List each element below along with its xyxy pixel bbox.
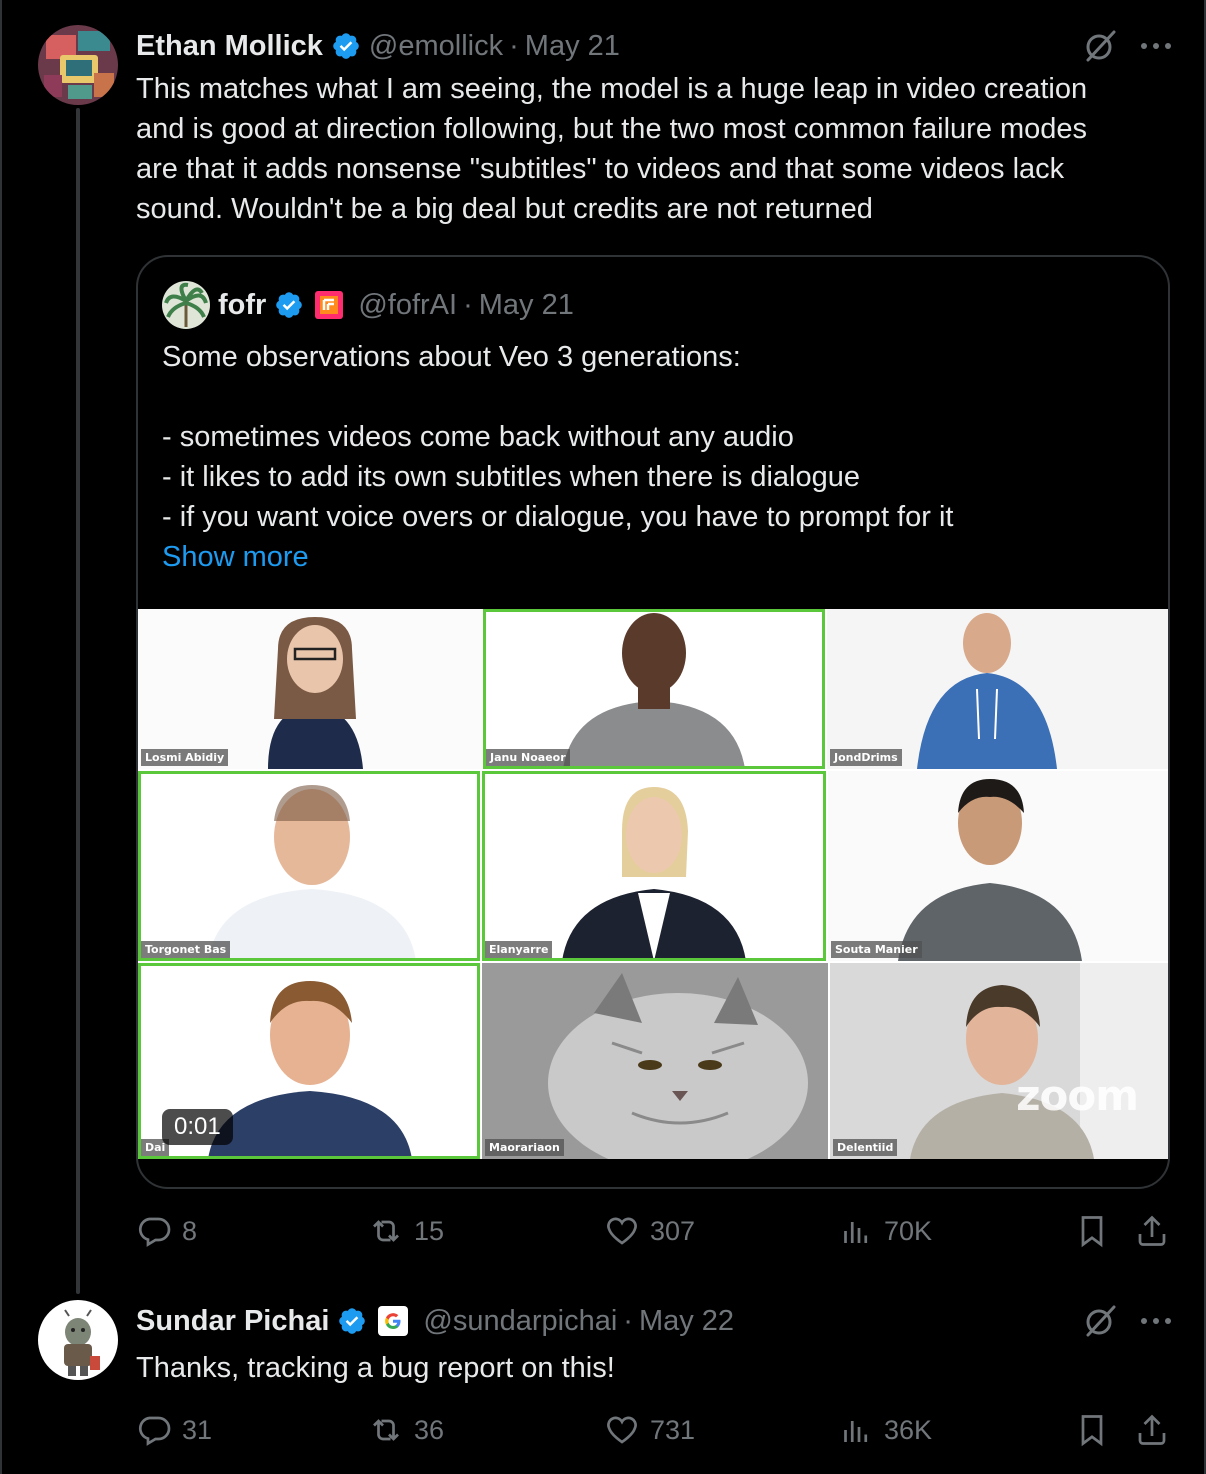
like-icon — [604, 1213, 640, 1249]
repost-count: 36 — [414, 1414, 445, 1445]
video-tile: Torgonet Bas — [138, 771, 480, 961]
like-icon — [604, 1412, 640, 1448]
quote-text: Some observations about Veo 3 generation… — [162, 341, 954, 533]
bookmark-icon — [1074, 1213, 1110, 1249]
tweet-text: This matches what I am seeing, the model… — [136, 73, 1088, 225]
verified-badge-icon[interactable] — [274, 290, 304, 320]
more-icon[interactable] — [1140, 41, 1172, 51]
separator: · — [509, 29, 519, 62]
reply-count: 31 — [182, 1414, 213, 1445]
author-name[interactable]: Sundar Pichai — [136, 1305, 329, 1338]
grok-icon[interactable] — [1082, 1303, 1118, 1339]
video-player[interactable]: Losmi Abidiy Janu Noaeor JondDrims Torgo… — [138, 609, 1168, 1159]
repost-icon — [368, 1412, 404, 1448]
tweet-top-icons — [1082, 28, 1172, 64]
tweet-date[interactable]: May 21 — [525, 30, 620, 63]
avatar-sundar[interactable] — [38, 1300, 118, 1380]
verified-badge-icon[interactable] — [331, 31, 361, 61]
participant-name: Janu Noaeor — [486, 749, 570, 766]
video-tile: Janu Noaeor — [483, 609, 825, 769]
tweet-top-icons — [1082, 1303, 1172, 1339]
quote-author-handle[interactable]: @fofrAI — [358, 289, 457, 322]
views-button[interactable]: 36K — [838, 1412, 932, 1448]
bookmark-button[interactable] — [1074, 1213, 1110, 1249]
separator: · — [463, 288, 473, 321]
grok-icon[interactable] — [1082, 28, 1118, 64]
reply-count: 8 — [182, 1215, 198, 1246]
reply-icon — [136, 1412, 172, 1448]
like-button[interactable]: 307 — [604, 1213, 695, 1249]
video-tile: Dai 0:01 — [138, 963, 480, 1159]
participant-name: JondDrims — [830, 749, 902, 766]
avatar-fofr[interactable] — [162, 281, 210, 329]
views-count: 70K — [884, 1215, 933, 1246]
quote-tweet[interactable]: fofr @fofrAI · May 21 Some observations … — [136, 255, 1170, 1189]
repost-icon — [368, 1213, 404, 1249]
repost-button[interactable]: 36 — [368, 1412, 444, 1448]
participant-name: Losmi Abidiy — [141, 749, 229, 766]
video-tile: Souta Manier — [828, 771, 1168, 961]
video-tile: zoom Delentiid — [830, 963, 1168, 1159]
author-handle[interactable]: @emollick — [369, 30, 503, 63]
video-tile: Losmi Abidiy — [138, 609, 482, 769]
thread-line — [76, 108, 80, 1294]
reply-button[interactable]: 31 — [136, 1412, 212, 1448]
share-icon — [1134, 1213, 1170, 1249]
share-button[interactable] — [1134, 1412, 1170, 1448]
participant-name: Souta Manier — [831, 941, 922, 958]
participant-name: Torgonet Bas — [141, 941, 231, 958]
fofr-affiliate-icon[interactable] — [314, 290, 344, 320]
share-icon — [1134, 1412, 1170, 1448]
author-handle[interactable]: @sundarpichai — [423, 1305, 617, 1338]
views-icon — [838, 1213, 874, 1249]
tweet-date[interactable]: May 22 — [639, 1305, 734, 1338]
video-tile: Maorariaon — [482, 963, 828, 1159]
reply-icon — [136, 1213, 172, 1249]
avatar-ethan[interactable] — [38, 25, 118, 105]
more-icon[interactable] — [1140, 1316, 1172, 1326]
repost-button[interactable]: 15 — [368, 1213, 444, 1249]
views-count: 36K — [884, 1414, 933, 1445]
participant-name: Delentiid — [833, 1139, 898, 1156]
like-count: 731 — [650, 1414, 696, 1445]
separator: · — [623, 1304, 633, 1337]
quote-date[interactable]: May 21 — [479, 289, 574, 322]
video-tile: JondDrims — [827, 609, 1168, 769]
like-count: 307 — [650, 1215, 696, 1246]
tweet-actions: 31 36 731 36K — [136, 1412, 1170, 1456]
tweet-actions: 8 15 307 70K — [136, 1213, 1170, 1257]
verified-badge-icon[interactable] — [337, 1306, 367, 1336]
quote-author-name[interactable]: fofr — [218, 289, 266, 322]
author-name[interactable]: Ethan Mollick — [136, 30, 323, 63]
video-timestamp: 0:01 — [162, 1109, 233, 1145]
tweet-header: Ethan Mollick @emollick · May 21 — [136, 26, 620, 66]
show-more-link[interactable]: Show more — [162, 537, 309, 577]
quote-header: fofr @fofrAI · May 21 — [162, 281, 574, 329]
reply-button[interactable]: 8 — [136, 1213, 197, 1249]
views-button[interactable]: 70K — [838, 1213, 932, 1249]
zoom-watermark: zoom — [1016, 1071, 1139, 1120]
google-affiliate-icon[interactable] — [377, 1305, 409, 1337]
video-tile: Elanyarre — [482, 771, 826, 961]
repost-count: 15 — [414, 1215, 445, 1246]
bookmark-icon — [1074, 1412, 1110, 1448]
participant-name: Elanyarre — [485, 941, 553, 958]
views-icon — [838, 1412, 874, 1448]
participant-name: Maorariaon — [485, 1139, 564, 1156]
like-button[interactable]: 731 — [604, 1412, 695, 1448]
share-button[interactable] — [1134, 1213, 1170, 1249]
tweet-header: Sundar Pichai @sundarpichai · May 22 — [136, 1301, 734, 1341]
bookmark-button[interactable] — [1074, 1412, 1110, 1448]
tweet-text: Thanks, tracking a bug report on this! — [136, 1352, 615, 1384]
